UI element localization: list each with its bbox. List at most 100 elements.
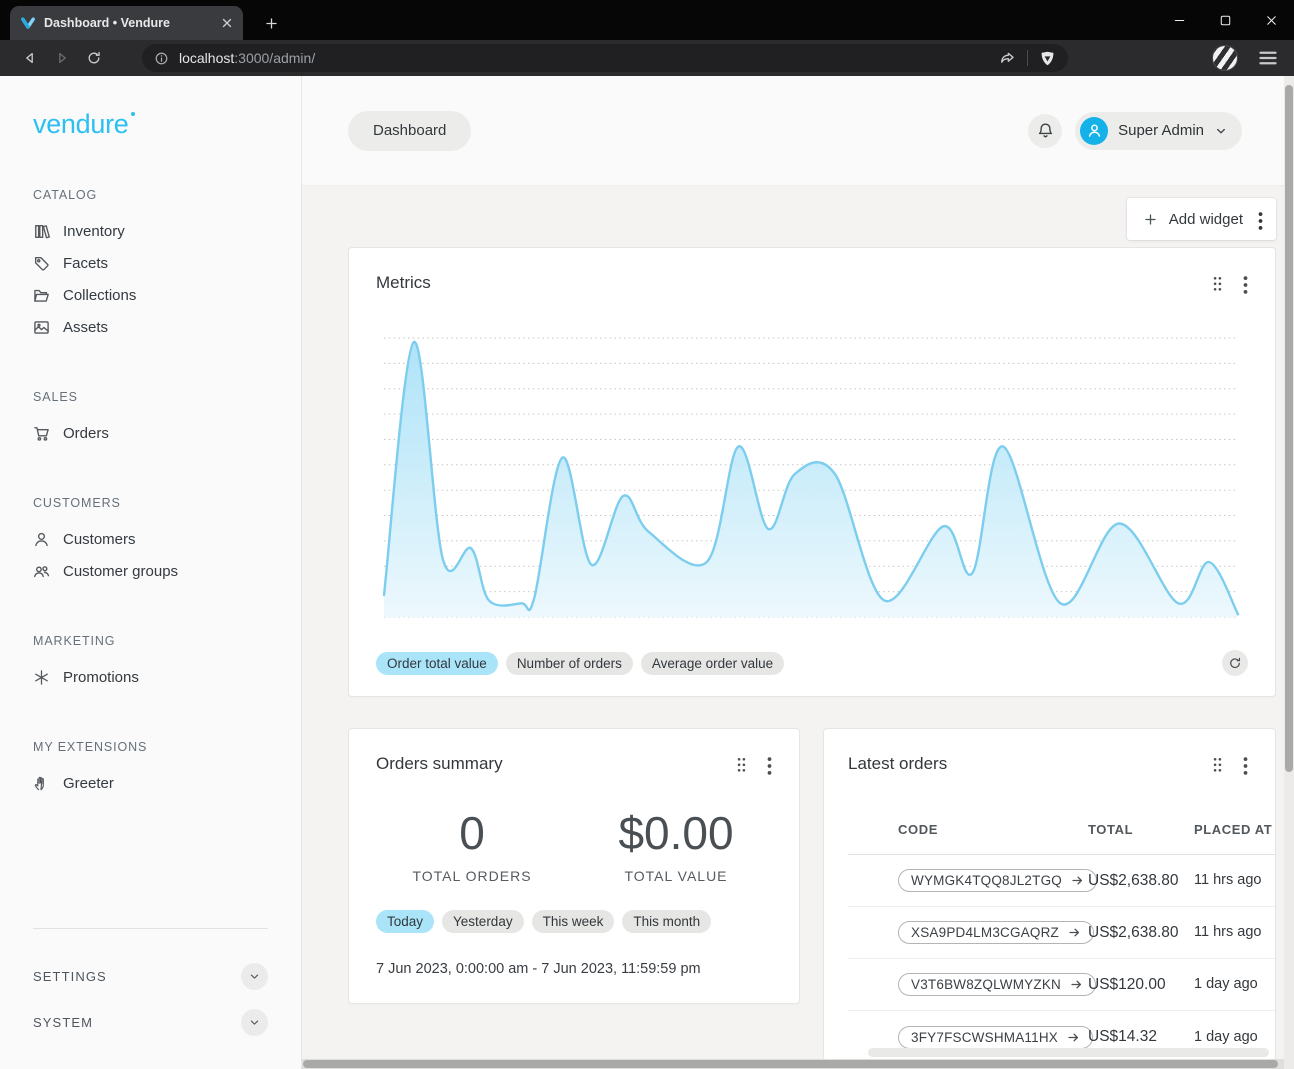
admin-app: vendure CATALOGInventoryFacetsCollection… [0,76,1294,1069]
vertical-scrollbar[interactable] [1284,76,1294,1069]
add-widget-label: Add widget [1169,211,1243,228]
forward-icon[interactable] [46,44,78,72]
order-code-link[interactable]: XSA9PD4LM3CGAQRZ [898,921,1094,944]
sidebar-item-collections[interactable]: Collections [33,279,268,311]
sidebar-item-orders[interactable]: Orders [33,417,268,449]
customers-icon [33,531,50,548]
tab-close-icon[interactable] [219,15,235,31]
window-maximize-button[interactable] [1202,0,1248,40]
orders-icon [33,425,50,442]
plus-icon [1143,212,1158,227]
user-avatar [1080,117,1108,145]
sidebar-section-system[interactable]: SYSTEM [33,999,268,1045]
browser-profile-avatar[interactable] [1212,45,1238,71]
page-title-button[interactable]: Dashboard [348,111,471,151]
sidebar-item-promotions[interactable]: Promotions [33,661,268,693]
latest-orders-rows: WYMGK4TQQ8JL2TGQUS$2,638.8011 hrs agoXSA… [848,855,1275,1061]
drag-handle-icon[interactable] [1212,756,1223,772]
kebab-menu-icon[interactable] [1258,211,1263,227]
order-total: US$14.32 [1088,1028,1194,1046]
browser-toolbar: localhost:3000/admin/ [0,40,1294,76]
kebab-menu-icon[interactable] [1243,275,1248,291]
horizontal-scrollbar[interactable] [302,1059,1284,1069]
sidebar-item-customers[interactable]: Customers [33,523,268,555]
browser-menu-icon[interactable] [1256,46,1280,70]
summary-tab-this-month[interactable]: This month [622,910,711,933]
facets-icon [33,255,50,272]
window-close-button[interactable] [1248,0,1294,40]
nav-section-sales: SALES [33,390,268,404]
nav-section-customers: CUSTOMERS [33,496,268,510]
total-orders-value: 0 [392,808,552,858]
metrics-widget-title: Metrics [376,273,431,293]
sidebar-item-customer-groups[interactable]: Customer groups [33,555,268,587]
address-bar[interactable]: localhost:3000/admin/ [142,44,1068,72]
summary-tab-this-week[interactable]: This week [532,910,615,933]
latest-orders-scrollbar[interactable] [868,1048,1269,1057]
arrow-right-icon [1067,1031,1080,1044]
order-total: US$2,638.80 [1088,872,1194,890]
kebab-menu-icon[interactable] [1243,756,1248,772]
chevron-down-icon[interactable] [241,963,268,990]
greeter-icon [33,775,50,792]
summary-tab-yesterday[interactable]: Yesterday [442,910,524,933]
content-header: Dashboard Super Admin [302,76,1294,186]
total-orders-stat: 0 TOTAL ORDERS [392,808,552,884]
add-widget-button[interactable]: Add widget [1127,198,1276,240]
orders-summary-title: Orders summary [376,754,503,774]
sidebar-item-assets[interactable]: Assets [33,311,268,343]
sidebar-section-settings[interactable]: SETTINGS [33,953,268,999]
reload-icon[interactable] [78,44,110,72]
summary-tab-today[interactable]: Today [376,910,434,933]
metrics-tab-average-order-value[interactable]: Average order value [641,652,784,675]
sidebar-item-facets[interactable]: Facets [33,247,268,279]
order-total: US$2,638.80 [1088,924,1194,942]
bell-icon [1037,122,1054,139]
total-value-value: $0.00 [596,808,756,858]
order-code-link[interactable]: V3T6BW8ZQLWMYZKN [898,973,1096,996]
drag-handle-icon[interactable] [736,756,747,772]
user-name: Super Admin [1118,122,1204,139]
order-code-link[interactable]: 3FY7FSCWSHMA11HX [898,1026,1093,1049]
metrics-tab-order-total-value[interactable]: Order total value [376,652,498,675]
order-placed-at: 11 hrs ago [1194,923,1262,941]
metrics-tabs: Order total value Number of orders Average… [376,652,792,675]
back-icon[interactable] [14,44,46,72]
browser-tab[interactable]: Dashboard • Vendure [10,6,243,40]
chevron-down-icon [1214,124,1228,138]
total-orders-label: TOTAL ORDERS [392,868,552,884]
brave-shield-icon[interactable] [1039,50,1056,67]
vertical-scrollbar-thumb[interactable] [1285,85,1293,772]
latest-orders-title: Latest orders [848,754,947,774]
kebab-menu-icon[interactable] [767,756,772,772]
promotions-icon [33,669,50,686]
order-placed-at: 11 hrs ago [1194,871,1262,889]
metrics-chart [384,335,1240,625]
new-tab-button[interactable] [259,11,283,35]
order-placed-at: 1 day ago [1194,975,1262,993]
nav-section-my-extensions: MY EXTENSIONS [33,740,268,754]
sidebar-item-greeter[interactable]: Greeter [33,767,268,799]
sidebar-item-inventory[interactable]: Inventory [33,215,268,247]
refresh-button[interactable] [1222,650,1248,676]
user-menu-button[interactable]: Super Admin [1075,112,1242,150]
sidebar: vendure CATALOGInventoryFacetsCollection… [0,76,302,1069]
order-total: US$120.00 [1088,976,1194,994]
share-icon[interactable] [999,50,1016,67]
vendure-logo[interactable]: vendure [33,109,128,140]
metrics-tab-number-of-orders[interactable]: Number of orders [506,652,633,675]
order-code-link[interactable]: WYMGK4TQQ8JL2TGQ [898,869,1097,892]
horizontal-scrollbar-thumb[interactable] [303,1060,1278,1068]
arrow-right-icon [1071,874,1084,887]
site-info-icon[interactable] [154,51,169,66]
latest-orders-widget: Latest orders CODETOTALPLACED AT WYMGK4T… [823,728,1276,1061]
drag-handle-icon[interactable] [1212,275,1223,291]
arrow-right-icon [1070,978,1083,991]
sidebar-divider [33,928,268,929]
user-icon [1086,122,1103,139]
window-minimize-button[interactable] [1156,0,1202,40]
window-controls [1156,0,1294,40]
inventory-icon [33,223,50,240]
notifications-button[interactable] [1028,114,1062,148]
chevron-down-icon[interactable] [241,1009,268,1036]
